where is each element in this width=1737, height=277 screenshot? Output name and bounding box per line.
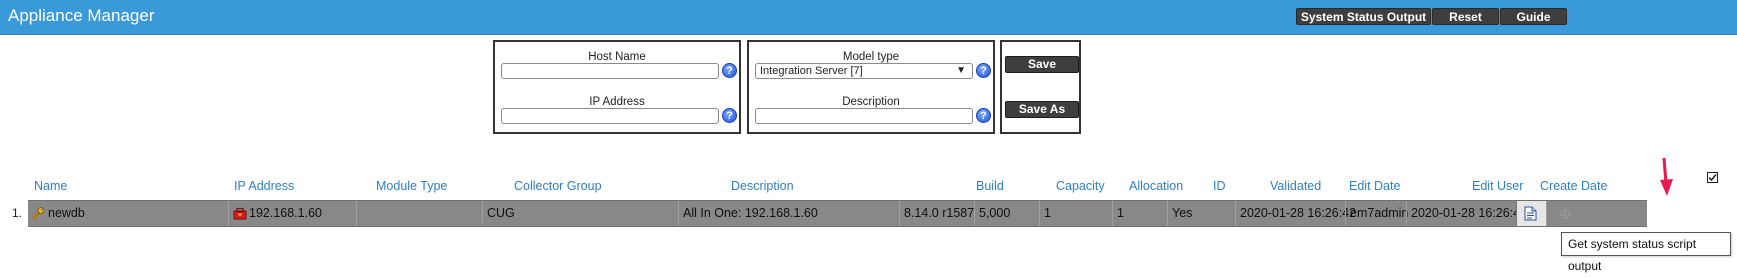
cell-create-date: 2020-01-28 16:26:42 <box>1406 201 1527 226</box>
cell-row-action[interactable] <box>1546 201 1584 226</box>
cell-module-type <box>356 201 482 226</box>
table-row[interactable]: newdb 192.168.1.60 CUG All In One: 192.1… <box>28 200 1647 227</box>
description-label: Description <box>842 96 900 108</box>
save-as-button[interactable]: Save As <box>1005 101 1079 118</box>
column-header-capacity[interactable]: Capacity <box>1056 179 1105 193</box>
description-help-icon[interactable]: ? <box>976 108 991 123</box>
cell-collector-group: CUG <box>482 201 678 226</box>
cell-validated: Yes <box>1167 201 1235 226</box>
host-name-input[interactable] <box>501 63 719 79</box>
cell-description: All In One: 192.168.1.60 <box>678 201 899 226</box>
row-ip-text: 192.168.1.60 <box>249 206 322 220</box>
cell-allocation: 1 <box>1039 201 1112 226</box>
ip-address-input[interactable] <box>501 108 719 124</box>
cell-id: 1 <box>1112 201 1167 226</box>
cell-name[interactable]: newdb <box>28 201 228 226</box>
cell-status-output[interactable] <box>1516 201 1546 226</box>
cell-ip: 192.168.1.60 <box>228 201 356 226</box>
model-description-box: Model type Integration Server [7] ▼ ? De… <box>747 40 995 134</box>
cell-edit-user: em7admin <box>1345 201 1408 226</box>
column-header-description[interactable]: Description <box>731 179 794 193</box>
wrench-icon <box>32 207 45 220</box>
ip-address-help-icon[interactable]: ? <box>722 108 737 123</box>
save-box: Save Save As <box>1000 40 1081 134</box>
row-name-text: newdb <box>48 206 85 220</box>
column-header-build[interactable]: Build <box>976 179 1004 193</box>
page-title: Appliance Manager <box>8 6 155 25</box>
gear-icon[interactable] <box>1558 207 1572 221</box>
column-header-edit-date[interactable]: Edit Date <box>1349 179 1400 193</box>
cell-edit-date: 2020-01-28 16:26:42 <box>1235 201 1356 226</box>
column-header-name[interactable]: Name <box>34 179 67 193</box>
column-header-module-type[interactable]: Module Type <box>376 179 447 193</box>
cell-capacity: 5,000 <box>974 201 1039 226</box>
save-button[interactable]: Save <box>1005 56 1079 73</box>
select-all-checkbox-icon[interactable] <box>1707 172 1718 183</box>
cell-build: 8.14.0 r1587 <box>899 201 974 226</box>
reset-button[interactable]: Reset <box>1432 8 1499 25</box>
model-type-help-icon[interactable]: ? <box>976 63 991 78</box>
host-name-label: Host Name <box>588 51 646 63</box>
model-type-select[interactable]: Integration Server [7] ▼ <box>755 63 973 79</box>
column-header-edit-user[interactable]: Edit User <box>1472 179 1523 193</box>
document-icon[interactable] <box>1524 206 1537 221</box>
guide-button[interactable]: Guide <box>1500 8 1567 25</box>
top-bar: Appliance Manager System Status Output R… <box>0 0 1737 35</box>
system-status-output-button[interactable]: System Status Output <box>1296 8 1431 25</box>
row-number: 1. <box>12 206 23 220</box>
column-header-validated[interactable]: Validated <box>1270 179 1321 193</box>
ip-address-label: IP Address <box>589 96 645 108</box>
model-type-value: Integration Server [7] <box>760 65 863 77</box>
dropdown-arrow-icon: ▼ <box>956 65 966 76</box>
host-name-help-icon[interactable]: ? <box>722 63 737 78</box>
status-output-tooltip: Get system status script output <box>1561 232 1731 273</box>
column-header-allocation[interactable]: Allocation <box>1129 179 1183 193</box>
model-type-label: Model type <box>842 51 900 63</box>
column-header-collector-group[interactable]: Collector Group <box>514 179 602 193</box>
column-header-ip[interactable]: IP Address <box>234 179 294 193</box>
host-ip-box: Host Name ? IP Address ? <box>493 40 741 134</box>
column-header-id[interactable]: ID <box>1213 179 1226 193</box>
column-header-create-date[interactable]: Create Date <box>1540 179 1607 193</box>
red-arrow-icon <box>1660 158 1673 196</box>
toolbox-icon <box>233 207 247 220</box>
description-input[interactable] <box>755 108 973 124</box>
